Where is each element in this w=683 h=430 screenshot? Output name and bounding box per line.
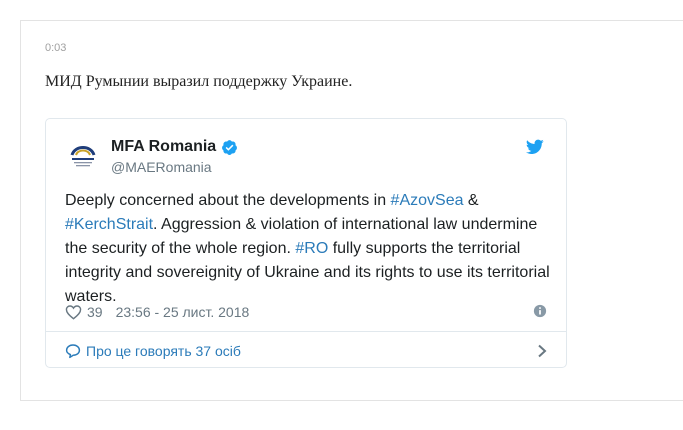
verified-badge-icon [222, 139, 238, 155]
author-name-text: MFA Romania [111, 138, 217, 155]
ministry-logo-icon [65, 137, 101, 173]
tweet-timestamp[interactable]: 23:56 - 25 лист. 2018 [116, 304, 250, 320]
hashtag-kerchstrait-link[interactable]: #KerchStrait [65, 216, 153, 233]
tweet-text-part: & [463, 192, 479, 209]
chevron-right-icon [538, 344, 547, 358]
heart-icon[interactable] [65, 304, 82, 320]
author-handle[interactable]: @MAERomania [111, 159, 212, 175]
avatar[interactable] [65, 137, 101, 173]
author-name[interactable]: MFA Romania [111, 138, 238, 156]
embedded-tweet[interactable]: MFA Romania @MAERomania Deeply concerned… [45, 118, 567, 368]
article-card: 0:03 МИД Румынии выразил поддержку Украи… [20, 20, 683, 401]
conversation-label: Про це говорять 37 осіб [86, 343, 241, 359]
like-count[interactable]: 39 [87, 304, 103, 320]
hashtag-azovsea-link[interactable]: #AzovSea [391, 192, 464, 209]
twitter-bird-icon[interactable] [526, 139, 544, 155]
info-icon[interactable] [533, 304, 547, 318]
article-headline: МИД Румынии выразил поддержку Украине. [45, 73, 353, 90]
divider [46, 331, 566, 332]
hashtag-ro-link[interactable]: #RO [295, 240, 328, 257]
speech-bubble-icon [65, 344, 81, 359]
tweet-text-part: Deeply concerned about the developments … [65, 192, 391, 209]
tweet-meta: 39 23:56 - 25 лист. 2018 [65, 302, 547, 322]
conversation-link[interactable]: Про це говорять 37 осіб [65, 341, 547, 361]
tweet-text: Deeply concerned about the developments … [65, 189, 550, 309]
video-time: 0:03 [45, 42, 67, 54]
